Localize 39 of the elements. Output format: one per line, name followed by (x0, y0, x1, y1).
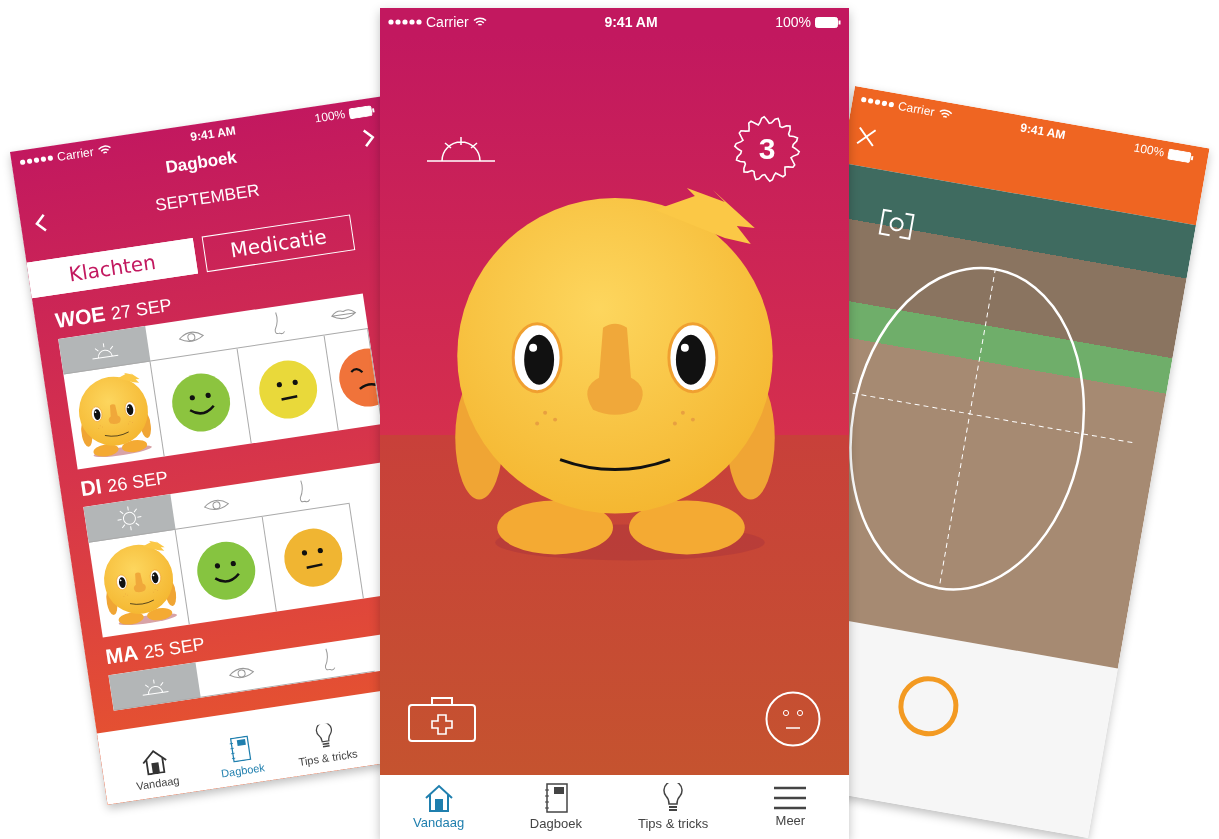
notebook-icon (543, 783, 568, 813)
menu-icon (774, 786, 807, 810)
clock-time: 9:41 AM (604, 14, 658, 30)
date-label: 25 SEP (142, 633, 207, 664)
weekday-label: DI (78, 474, 104, 502)
carrier-name: Carrier (56, 144, 95, 164)
lightbulb-icon (662, 783, 685, 813)
segment-tab[interactable]: Klachten (26, 237, 199, 299)
battery-percentage: 100% (1132, 140, 1166, 160)
signal-dots-icon (19, 154, 54, 166)
lips-icon (329, 306, 358, 322)
weekday-label: MA (104, 640, 140, 670)
camera-switch-icon[interactable] (877, 206, 916, 243)
carrier-name: Carrier (426, 14, 469, 30)
screen-title: Dagboek (164, 147, 239, 179)
battery-icon (348, 104, 376, 119)
wifi-icon (937, 107, 953, 121)
signal-dots-icon (860, 96, 895, 109)
signal-dots-icon (388, 19, 422, 25)
battery-percentage: 100% (775, 14, 811, 30)
sunrise-icon (427, 135, 495, 163)
date-label: 26 SEP (106, 467, 170, 498)
wifi-icon (472, 17, 487, 27)
chevron-right-icon[interactable] (361, 127, 377, 149)
streak-badge: 3 (732, 114, 802, 184)
weekday-label: WOE (53, 301, 107, 333)
battery-percentage: 100% (313, 107, 347, 126)
battery-icon (815, 16, 841, 28)
first-aid-kit-icon[interactable] (408, 696, 476, 742)
clock-time: 9:41 AM (189, 123, 237, 145)
carrier-name: Carrier (897, 98, 936, 120)
battery-icon (1167, 147, 1195, 164)
chevron-left-icon[interactable] (33, 212, 49, 234)
month-label: SEPTEMBER (154, 180, 261, 216)
clock-time: 9:41 AM (1019, 120, 1067, 143)
neutral-face-icon[interactable] (765, 691, 821, 747)
house-icon (423, 784, 454, 812)
close-icon[interactable] (854, 125, 878, 149)
wifi-icon (96, 144, 113, 156)
